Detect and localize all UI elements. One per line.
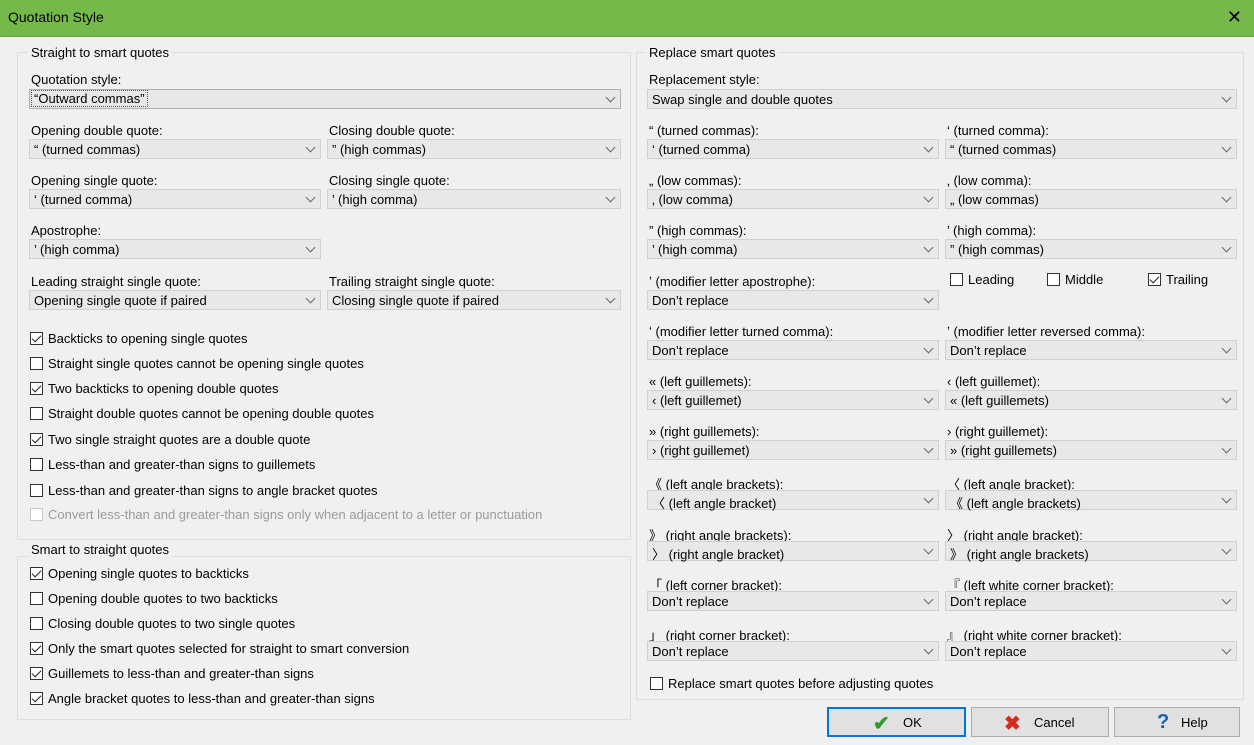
opening-single-label: Opening single quote: [31,173,158,188]
replace-label-r-6: › (right guillemet): [947,424,1049,439]
replace-label-l-2: ” (high commas): [649,223,747,238]
chevron-down-icon [1221,443,1232,454]
trailing-straight-label: Trailing straight single quote: [329,274,495,289]
closing-double-label: Closing double quote: [329,123,455,138]
chevron-down-icon [923,443,934,454]
replace-label-r-1: ‚ (low comma): [947,173,1032,188]
leading-straight-label: Leading straight single quote: [31,274,201,289]
chevron-down-icon [1221,493,1232,504]
replace-select-l-9[interactable]: Don’t replace [647,591,939,611]
opening-single-select[interactable]: ‘ (turned comma) [29,189,321,209]
trailing-straight-select[interactable]: Closing single quote if paired [327,290,621,310]
replace-select-l-0[interactable]: ‘ (turned comma) [647,139,939,159]
closing-single-label: Closing single quote: [329,173,450,188]
chevron-down-icon [305,293,316,304]
replace-select-r-0[interactable]: “ (turned commas) [945,139,1237,159]
chevron-down-icon [1221,544,1232,555]
replace-label-l-1: „ (low commas): [649,173,742,188]
replace-select-l-7[interactable]: 〈 (left angle bracket) [647,490,939,511]
chevron-down-icon [923,343,934,354]
replace-label-r-2: ’ (high comma): [947,223,1037,238]
replace-label-l-3: ʼ (modifier letter apostrophe): [649,274,816,289]
leading-straight-select[interactable]: Opening single quote if paired [29,290,321,310]
x-icon: ✖ [1004,713,1021,735]
replace-select-r-9[interactable]: Don’t replace [945,591,1237,611]
replace-select-r-2[interactable]: ” (high commas) [945,239,1237,259]
replace-label-l-5: « (left guillemets): [649,374,752,389]
cancel-button[interactable]: ✖ Cancel [971,707,1109,737]
chevron-down-icon [923,393,934,404]
chevron-down-icon [305,242,316,253]
chevron-down-icon [923,644,934,655]
replace-label-r-0: ‘ (turned comma): [947,123,1049,138]
replace-select-r-6[interactable]: » (right guillemets) [945,440,1237,460]
smart-to-straight-title: Smart to straight quotes [28,542,173,557]
chevron-down-icon [605,293,616,304]
help-button[interactable]: ? Help [1114,707,1240,737]
replace-select-l-5[interactable]: ‹ (left guillemet) [647,390,939,410]
chevron-down-icon [1221,393,1232,404]
chevron-down-icon [1221,192,1232,203]
opening-double-label: Opening double quote: [31,123,163,138]
chevron-down-icon [923,544,934,555]
opening-double-select[interactable]: “ (turned commas) [29,139,321,159]
close-icon[interactable]: ✕ [1227,7,1242,28]
question-icon: ? [1157,711,1170,733]
closing-single-select[interactable]: ’ (high comma) [327,189,621,209]
replace-label-l-0: “ (turned commas): [649,123,759,138]
replace-select-l-4[interactable]: Don’t replace [647,340,939,360]
chevron-down-icon [605,92,616,103]
chevron-down-icon [923,192,934,203]
chevron-down-icon [923,594,934,605]
apostrophe-label: Apostrophe: [31,223,102,238]
replace-select-r-7[interactable]: 《 (left angle brackets) [945,490,1237,511]
replace-select-r-4[interactable]: Don’t replace [945,340,1237,360]
chevron-down-icon [923,142,934,153]
chevron-down-icon [1221,92,1232,103]
replace-select-l-2[interactable]: ’ (high comma) [647,239,939,259]
replace-select-l-8[interactable]: 〉 (right angle bracket) [647,541,939,562]
replace-select-r-5[interactable]: « (left guillemets) [945,390,1237,410]
window-title: Quotation Style [8,9,104,25]
replacement-style-label: Replacement style: [649,72,760,87]
chevron-down-icon [1221,142,1232,153]
chevron-down-icon [1221,343,1232,354]
replace-label-r-5: ‹ (left guillemet): [947,374,1041,389]
closing-double-select[interactable]: ” (high commas) [327,139,621,159]
chevron-down-icon [1221,242,1232,253]
chevron-down-icon [305,142,316,153]
replace-smart-title: Replace smart quotes [646,45,779,60]
replace-label-l-4: ʻ (modifier letter turned comma): [649,324,834,339]
apostrophe-select[interactable]: ’ (high comma) [29,239,321,259]
ok-button[interactable]: ✔ OK [827,707,966,737]
replace-select-r-1[interactable]: „ (low commas) [945,189,1237,209]
chevron-down-icon [1221,644,1232,655]
chevron-down-icon [605,142,616,153]
check-icon: ✔ [873,713,890,735]
replace-select-l-10[interactable]: Don’t replace [647,641,939,661]
replace-label-l-6: » (right guillemets): [649,424,760,439]
chevron-down-icon [305,192,316,203]
replace-select-l-6[interactable]: › (right guillemet) [647,440,939,460]
replacement-style-select[interactable]: Swap single and double quotes [647,89,1237,109]
chevron-down-icon [923,493,934,504]
replace-select-l-1[interactable]: ‚ (low comma) [647,189,939,209]
chevron-down-icon [605,192,616,203]
straight-to-smart-title: Straight to smart quotes [28,45,173,60]
replace-select-l-3[interactable]: Don’t replace [647,290,939,310]
chevron-down-icon [923,293,934,304]
quotation-style-select[interactable]: “Outward commas” [29,89,621,109]
replace-select-r-10[interactable]: Don’t replace [945,641,1237,661]
chevron-down-icon [923,242,934,253]
quotation-style-label: Quotation style: [31,72,122,87]
chevron-down-icon [1221,594,1232,605]
replace-label-r-4: ʽ (modifier letter reversed comma): [947,324,1145,339]
title-bar: Quotation Style ✕ [0,0,1254,37]
replace-select-r-8[interactable]: 》 (right angle brackets) [945,541,1237,562]
